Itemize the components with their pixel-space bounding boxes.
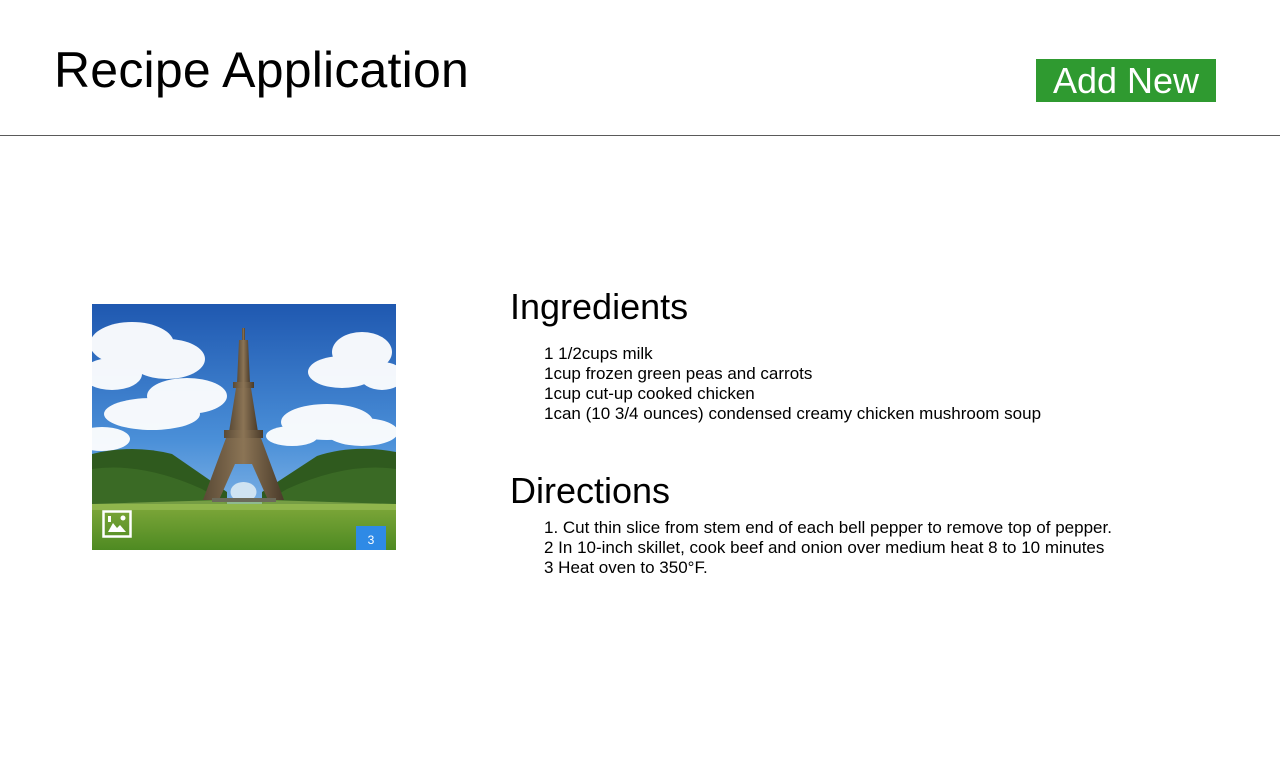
app-header: Recipe Application Add New — [0, 0, 1280, 136]
image-count-badge[interactable]: 3 — [356, 526, 386, 550]
directions-list: 1. Cut thin slice from stem end of each … — [544, 518, 1112, 578]
image-gallery-icon[interactable] — [102, 510, 132, 538]
add-new-button[interactable]: Add New — [1036, 59, 1216, 102]
ingredients-list: 1 1/2cups milk 1cup frozen green peas an… — [544, 344, 1041, 424]
direction-step: 3 Heat oven to 350°F. — [544, 558, 708, 577]
ingredient-item: 1can (10 3/4 ounces) condensed creamy ch… — [544, 404, 1042, 423]
ingredient-item: 1cup cut-up cooked chicken — [544, 384, 755, 403]
app-title: Recipe Application — [54, 42, 469, 98]
ingredient-item: 1 1/2cups milk — [544, 344, 653, 363]
direction-step: 1. Cut thin slice from stem end of each … — [544, 518, 1112, 537]
recipe-photo[interactable]: 3 — [92, 304, 396, 550]
ingredient-item: 1cup frozen green peas and carrots — [544, 364, 813, 383]
directions-heading: Directions — [510, 470, 671, 511]
ingredients-heading: Ingredients — [510, 286, 689, 327]
direction-step: 2 In 10-inch skillet, cook beef and onio… — [544, 538, 1105, 557]
eiffel-tower-image — [92, 304, 396, 550]
recipe-page: Recipe Application Add New 3 Ingredients… — [0, 0, 1280, 768]
